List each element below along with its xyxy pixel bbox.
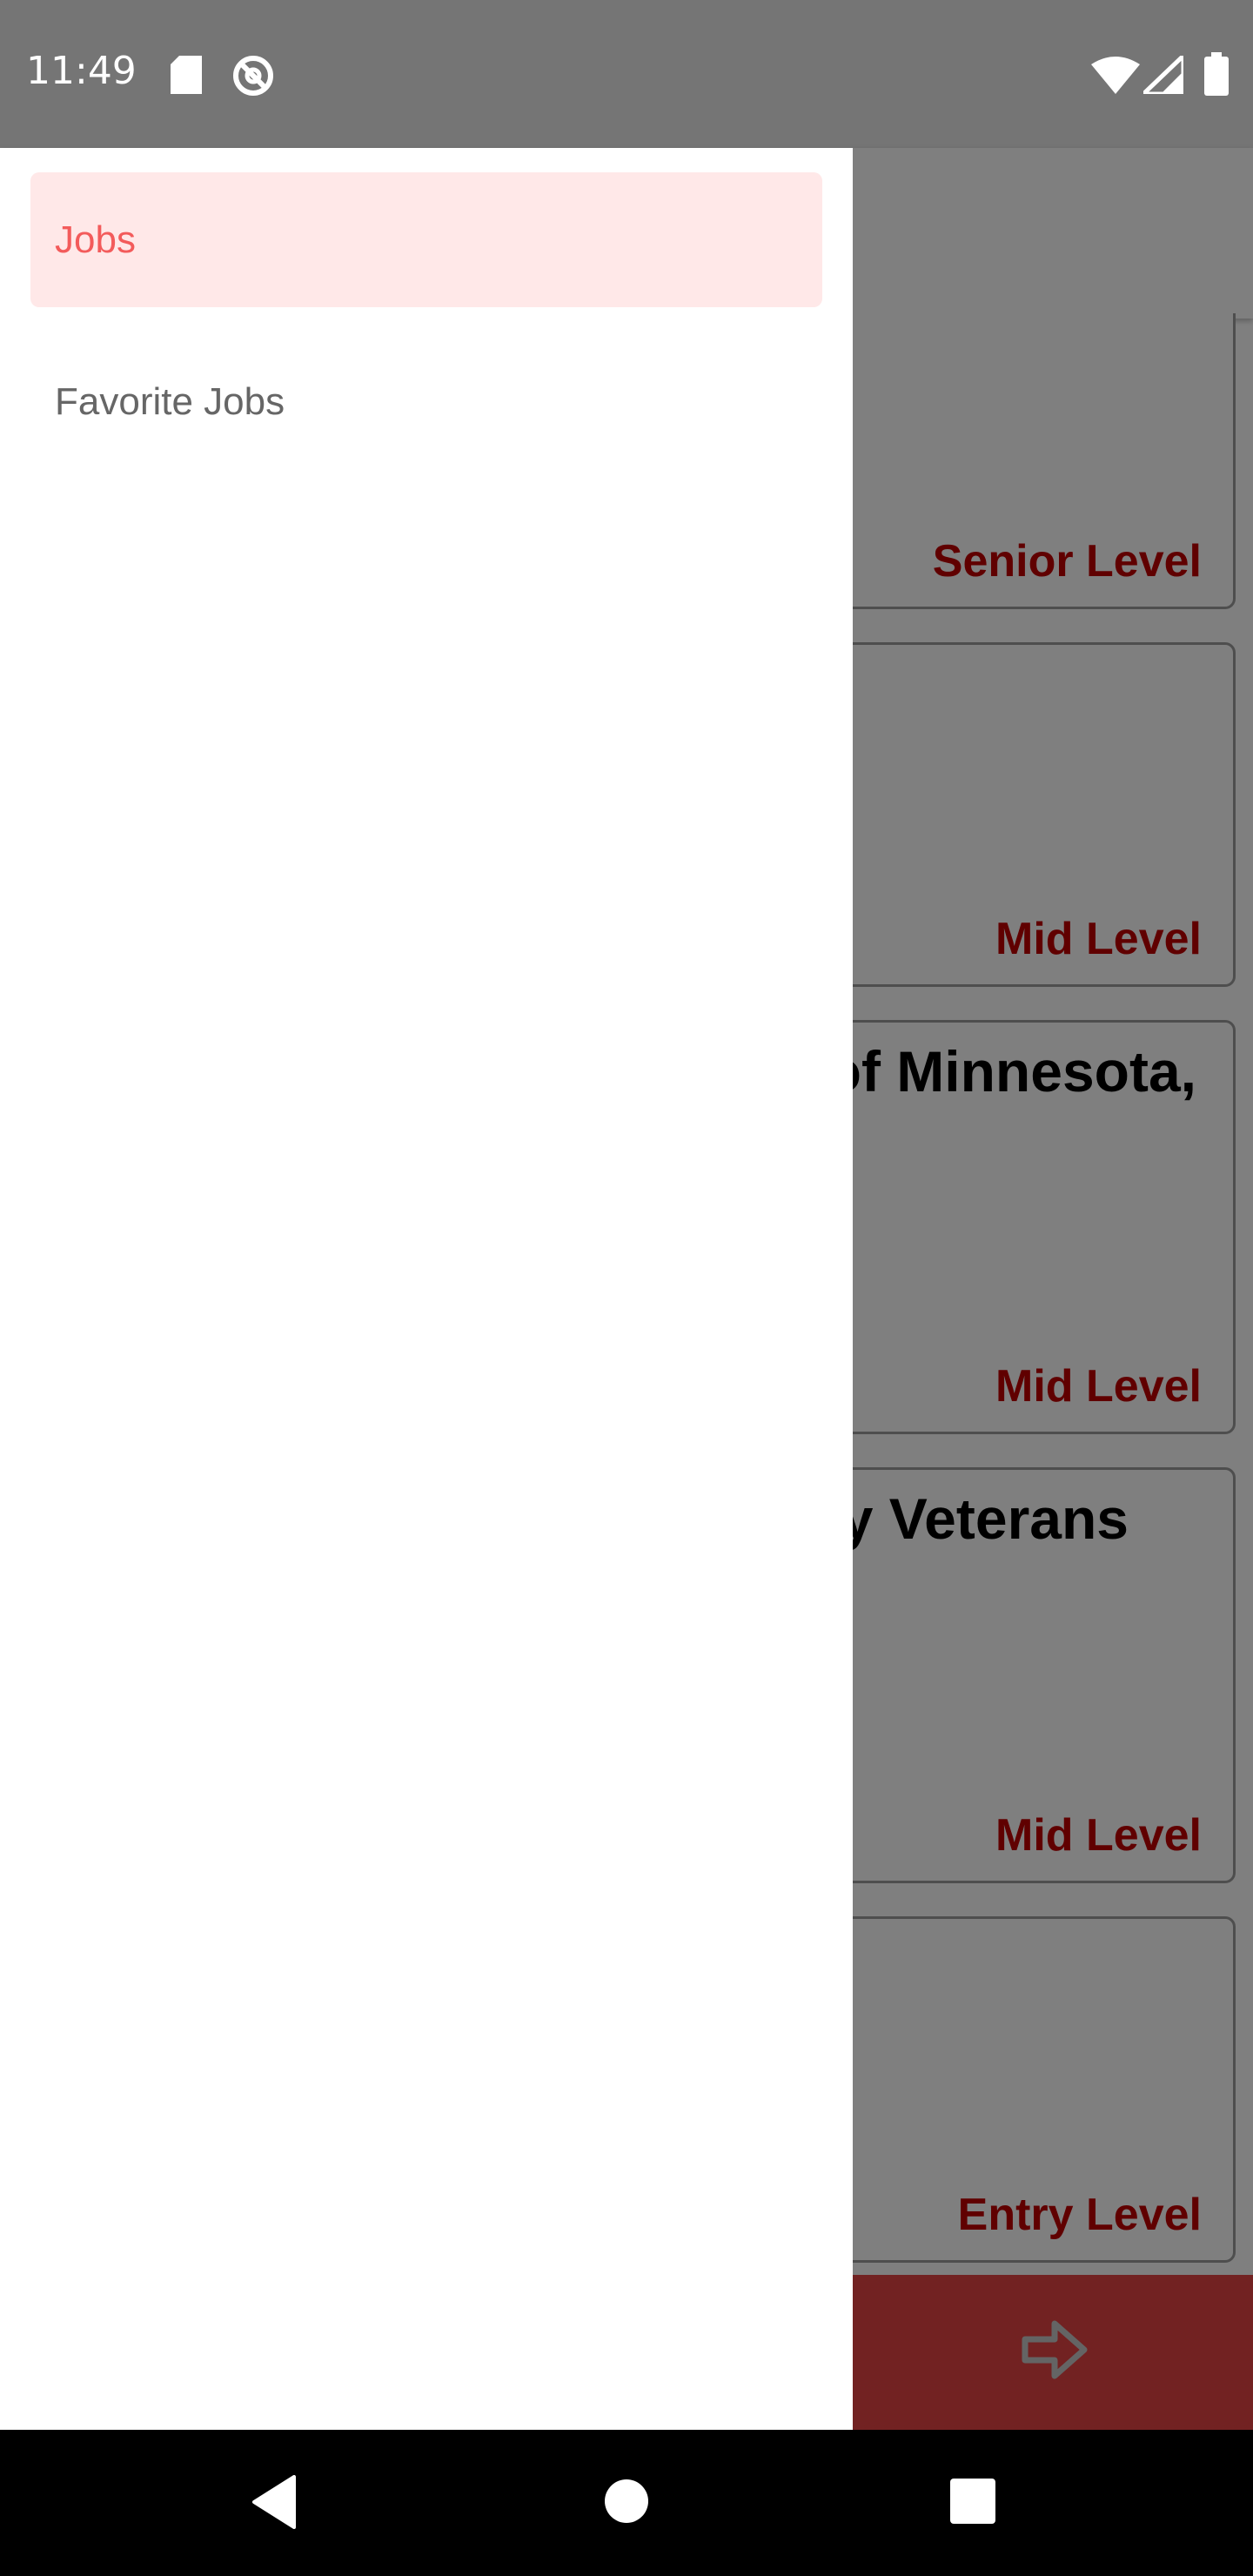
drawer-item-favorite-jobs[interactable]: Favorite Jobs (30, 334, 822, 469)
status-bar: 11:49 (0, 0, 1253, 148)
system-nav-bar (0, 2430, 1253, 2576)
drawer-item-jobs[interactable]: Jobs (30, 172, 822, 307)
drawer-item-label: Jobs (55, 218, 136, 261)
back-icon[interactable] (251, 2475, 298, 2533)
do-not-disturb-icon (231, 54, 275, 102)
battery-icon (1204, 52, 1229, 100)
navigation-drawer: Jobs Favorite Jobs (0, 148, 853, 2430)
status-time: 11:49 (26, 49, 137, 93)
drawer-item-label: Favorite Jobs (55, 379, 285, 423)
cellular-signal-icon (1137, 50, 1186, 98)
wifi-icon (1091, 56, 1140, 98)
sd-card-icon (171, 56, 202, 98)
recents-icon[interactable] (950, 2479, 995, 2528)
home-icon[interactable] (604, 2479, 649, 2528)
